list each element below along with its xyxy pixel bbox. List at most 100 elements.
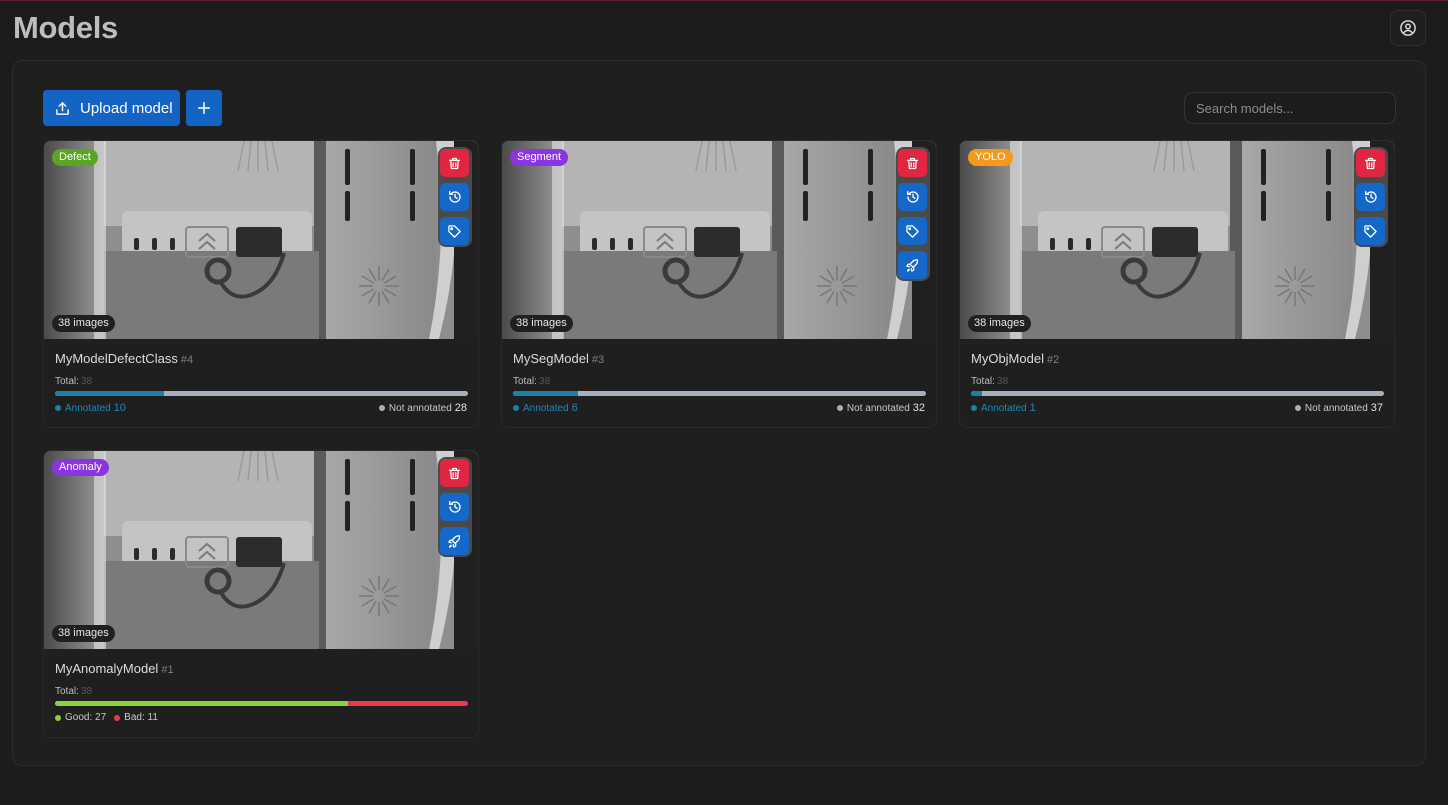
user-menu-button[interactable]	[1390, 10, 1426, 46]
bad-count: Bad: 11	[124, 712, 158, 723]
annotated-dot	[513, 405, 519, 411]
delete-button[interactable]	[1356, 149, 1385, 177]
tag-icon	[447, 224, 462, 239]
model-name-text: MyObjModel	[971, 351, 1044, 366]
bad-dot	[114, 714, 121, 721]
not-annotated-count: 37	[1370, 402, 1383, 414]
annotate-button[interactable]	[440, 217, 469, 245]
image-count-badge: 38 images	[968, 315, 1031, 332]
trash-icon	[1363, 156, 1378, 171]
deploy-button[interactable]	[898, 251, 927, 279]
delete-button[interactable]	[898, 149, 927, 177]
model-number: #1	[161, 664, 174, 676]
total-value: 38	[80, 686, 93, 697]
model-type-badge: Anomaly	[52, 459, 109, 476]
rocket-icon	[905, 258, 920, 273]
annotated-label: Annotated	[981, 402, 1027, 414]
annotation-progress-bar	[513, 391, 926, 396]
plus-icon	[197, 101, 211, 115]
card-actions	[896, 147, 930, 281]
model-thumbnail-image	[44, 451, 478, 649]
annotated-count: 6	[571, 402, 578, 414]
not-annotated-label: Not annotated	[1304, 402, 1368, 414]
history-button[interactable]	[898, 183, 927, 211]
good-dot	[55, 714, 61, 721]
model-name-text: MyAnomalyModel	[55, 661, 159, 676]
model-name[interactable]: MySegModel #3	[513, 351, 604, 366]
model-type-badge: YOLO	[968, 149, 1013, 166]
page-title: Models	[13, 10, 118, 45]
not-annotated-dot	[378, 405, 385, 411]
card-actions	[1354, 147, 1388, 247]
delete-button[interactable]	[440, 459, 469, 487]
not-annotated-count: 32	[912, 402, 925, 414]
model-name[interactable]: MyModelDefectClass #4	[55, 351, 193, 366]
history-button[interactable]	[440, 183, 469, 211]
model-card[interactable]: Defect 38 images MyModelDefectClass #4 To…	[43, 140, 479, 428]
model-name-text: MyModelDefectClass	[55, 351, 178, 366]
top-accent-line	[0, 0, 1448, 1]
not-annotated-legend: Not annotated 32	[836, 402, 925, 414]
card-actions	[438, 147, 472, 247]
total-row: Total: 38	[55, 686, 92, 697]
model-thumbnail[interactable]: YOLO 38 images	[960, 141, 1394, 339]
total-value: 38	[996, 376, 1009, 387]
not-annotated-dot	[1294, 405, 1301, 411]
trash-icon	[447, 156, 462, 171]
model-name-text: MySegModel	[513, 351, 589, 366]
trash-icon	[905, 156, 920, 171]
progress-fill	[55, 701, 349, 706]
history-button[interactable]	[440, 493, 469, 521]
progress-fill	[55, 391, 164, 396]
user-icon	[1400, 20, 1416, 36]
total-label: Total:	[55, 686, 79, 697]
model-card[interactable]: Segment 38 images MySegModel #3 Total: 38 …	[501, 140, 937, 428]
progress-fill	[971, 391, 982, 396]
not-annotated-count: 28	[454, 402, 467, 414]
upload-model-label: Upload model	[80, 99, 173, 117]
model-thumbnail-image	[44, 141, 478, 339]
model-card[interactable]: Anomaly 38 images MyAnomalyModel #1 Total…	[43, 450, 479, 738]
model-type-badge: Segment	[510, 149, 569, 166]
image-count-badge: 38 images	[52, 315, 115, 332]
model-card[interactable]: YOLO 38 images MyObjModel #2 Total: 38 Ann…	[959, 140, 1395, 428]
history-button[interactable]	[1356, 183, 1385, 211]
total-label: Total:	[55, 376, 79, 387]
search-input[interactable]	[1184, 92, 1396, 124]
tag-icon	[905, 224, 920, 239]
model-name[interactable]: MyObjModel #2	[971, 351, 1059, 366]
good-count: Good: 27	[65, 712, 107, 723]
image-count-badge: 38 images	[52, 625, 115, 642]
model-thumbnail[interactable]: Defect 38 images	[44, 141, 478, 339]
history-icon	[905, 189, 921, 205]
annotated-label: Annotated	[523, 402, 569, 414]
annotation-progress-bar	[55, 391, 468, 396]
annotate-button[interactable]	[1356, 217, 1385, 245]
add-model-button[interactable]	[186, 90, 222, 126]
upload-model-button[interactable]: Upload model	[43, 90, 180, 126]
card-actions	[438, 457, 472, 557]
total-value: 38	[538, 376, 551, 387]
not-annotated-legend: Not annotated 37	[1294, 402, 1383, 414]
good-bad-legend: Good: 27 Bad: 11	[55, 712, 158, 723]
model-thumbnail[interactable]: Segment 38 images	[502, 141, 936, 339]
history-icon	[1363, 189, 1379, 205]
annotated-legend: Annotated 1	[971, 402, 1036, 414]
trash-icon	[447, 466, 462, 481]
model-type-badge: Defect	[52, 149, 98, 166]
model-thumbnail[interactable]: Anomaly 38 images	[44, 451, 478, 649]
tag-icon	[1363, 224, 1378, 239]
image-count-badge: 38 images	[510, 315, 573, 332]
delete-button[interactable]	[440, 149, 469, 177]
rocket-icon	[447, 534, 462, 549]
annotate-button[interactable]	[898, 217, 927, 245]
annotated-dot	[55, 405, 61, 411]
not-annotated-dot	[836, 405, 843, 411]
model-name[interactable]: MyAnomalyModel #1	[55, 661, 174, 676]
history-icon	[447, 499, 463, 515]
annotated-legend: Annotated 6	[513, 402, 578, 414]
annotated-count: 1	[1029, 402, 1036, 414]
model-number: #2	[1046, 354, 1060, 366]
model-thumbnail-image	[502, 141, 936, 339]
deploy-button[interactable]	[440, 527, 469, 555]
